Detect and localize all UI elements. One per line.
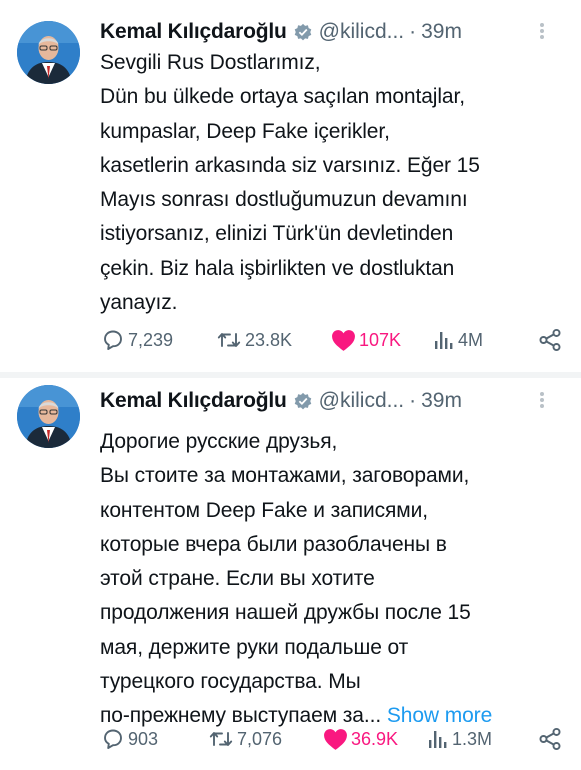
show-more-link[interactable]: Show more: [387, 704, 492, 727]
tweet-text: Дорогие русские друзья, Вы стоите за мон…: [100, 425, 569, 734]
reply-icon: [104, 330, 122, 350]
avatar[interactable]: [17, 21, 80, 84]
tweet-text-line: по-прежнему выступаем за...: [100, 704, 382, 728]
retweet-icon: [217, 333, 241, 347]
author-name[interactable]: Kemal Kılıçdaroğlu: [100, 389, 287, 413]
share-icon: [539, 328, 561, 352]
avatar[interactable]: [17, 385, 80, 448]
separator-dot: ·: [409, 389, 417, 412]
verified-badge-icon: [294, 23, 311, 41]
verified-badge-icon: [294, 392, 311, 410]
tweet-text-line: Sevgili Rus Dostlarımız,: [100, 51, 321, 74]
reply-button[interactable]: 903: [100, 727, 203, 751]
tweet-1[interactable]: Kemal Kılıçdaroğlu @kilicd... · 39m Sevg…: [0, 0, 581, 372]
tweet-text-line: которые вчера были разоблачены в: [100, 532, 447, 556]
tweet-text-line: istiyorsanız, elinizi Türk'ün devletinde…: [100, 222, 454, 246]
tweet-text: Sevgili Rus Dostlarımız, Dün bu ülkede o…: [100, 46, 569, 320]
like-count: 107K: [359, 329, 402, 350]
like-button[interactable]: 36.9K: [322, 727, 418, 751]
tweet-text-line: продолжения нашей дружбы после 15: [100, 601, 471, 625]
tweet-text-line: Dün bu ülkede ortaya saçılan montajlar,: [100, 85, 465, 109]
share-icon: [539, 727, 561, 751]
retweet-button[interactable]: 23.8K: [215, 328, 320, 352]
views-button[interactable]: 1.3M: [426, 727, 508, 751]
author-handle[interactable]: @kilicd...: [319, 20, 405, 44]
author-name[interactable]: Kemal Kılıçdaroğlu: [100, 20, 287, 44]
views-count: 1.3M: [452, 728, 493, 749]
timestamp[interactable]: 39m: [421, 20, 462, 44]
tweet-actions: 7,239 23.8K 107K 4M: [100, 326, 563, 354]
tweet-header: Kemal Kılıçdaroğlu @kilicd... · 39m: [100, 17, 563, 47]
tweet-text-line: yanayız.: [100, 291, 178, 315]
reply-button[interactable]: 7,239: [100, 328, 203, 352]
author-handle[interactable]: @kilicd...: [319, 389, 405, 413]
heart-icon: [332, 330, 355, 351]
more-options-icon[interactable]: [539, 22, 545, 42]
retweet-count: 7,076: [237, 728, 283, 749]
views-icon: [435, 332, 453, 349]
avatar-portrait-icon: [17, 385, 80, 448]
views-button[interactable]: 4M: [432, 328, 510, 352]
tweet-text-line: Mayıs sonrası dostluğumuzun devamını: [100, 188, 468, 212]
tweet-text-line: kasetlerin arkasında siz varsınız. Eğer …: [100, 153, 480, 177]
views-icon: [429, 731, 447, 748]
retweet-icon: [209, 732, 233, 746]
retweet-button[interactable]: 7,076: [207, 727, 312, 751]
tweet-text-line: мая, держите руки подальше от: [100, 635, 409, 659]
reply-count: 903: [128, 728, 159, 749]
tweet-2[interactable]: Kemal Kılıçdaroğlu @kilicd... · 39m Доро…: [0, 378, 581, 770]
reply-icon: [104, 729, 122, 749]
share-button[interactable]: [537, 327, 563, 353]
tweet-text-line: этой стране. Если вы хотите: [100, 567, 375, 591]
separator-dot: ·: [409, 20, 417, 43]
tweet-text-line: Вы стоите за монтажами, заговорами,: [100, 464, 470, 488]
retweet-count: 23.8K: [245, 329, 293, 350]
tweet-text-line: çekin. Biz hala işbirlikten ve dostlukta…: [100, 256, 455, 280]
timestamp[interactable]: 39m: [421, 389, 462, 413]
like-button[interactable]: 107K: [330, 328, 420, 352]
views-count: 4M: [458, 329, 484, 350]
reply-count: 7,239: [128, 329, 174, 350]
tweet-actions: 903 7,076 36.9K 1.3M: [100, 725, 563, 753]
more-options-icon[interactable]: [539, 391, 545, 411]
tweet-text-line: Дорогие русские друзья,: [100, 430, 338, 453]
tweet-text-line: турецкого государства. Мы: [100, 670, 361, 694]
like-count: 36.9K: [351, 728, 399, 749]
tweet-text-line: kumpaslar, Deep Fake içerikler,: [100, 119, 390, 143]
heart-icon: [324, 729, 347, 750]
share-button[interactable]: [537, 726, 563, 752]
tweet-header: Kemal Kılıçdaroğlu @kilicd... · 39m: [100, 386, 563, 416]
avatar-portrait-icon: [17, 21, 80, 84]
tweet-text-line: контентом Deep Fake и записями,: [100, 498, 428, 522]
